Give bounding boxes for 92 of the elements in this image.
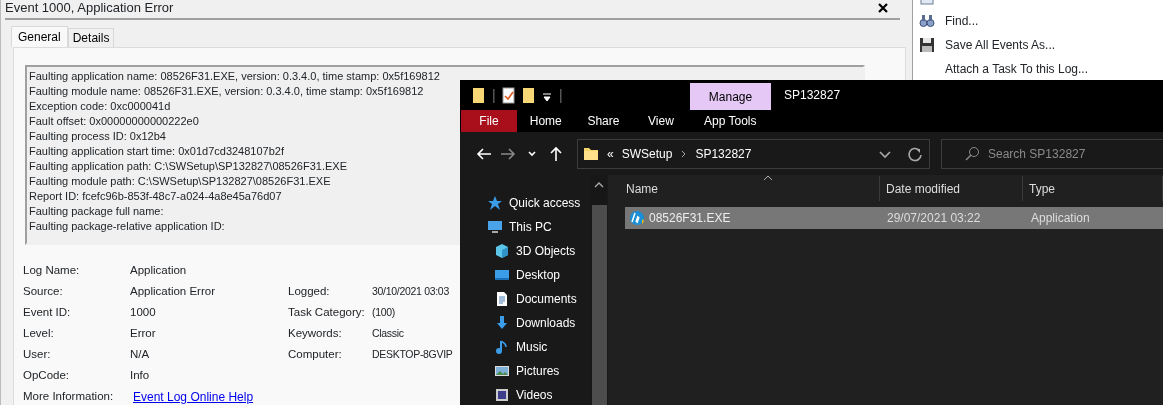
tab[interactable]: General — [11, 26, 68, 47]
file-type: Application — [1030, 210, 1090, 227]
breadcrumb[interactable]: SP132827 — [695, 144, 752, 163]
action-item[interactable]: Find... — [913, 9, 1163, 33]
nav-item[interactable]: This PC — [460, 215, 591, 239]
document-icon — [494, 291, 510, 307]
description-line: Faulting package-relative application ID: — [29, 219, 225, 234]
nav-item[interactable]: Downloads — [460, 311, 591, 335]
column-header[interactable]: Name — [625, 176, 880, 201]
action-item[interactable]: Attach a Task To this Log... — [913, 57, 1163, 80]
binoculars-icon — [919, 13, 935, 29]
nav-item[interactable]: Music — [460, 335, 591, 359]
close-icon[interactable] — [878, 3, 888, 13]
app-icon — [629, 210, 645, 226]
ribbon-tab[interactable]: View — [632, 110, 690, 132]
description-line: Exception code: 0xc000041d — [29, 99, 171, 114]
field-value: DESKTOP-8GVIP — [372, 346, 453, 362]
search-field[interactable]: Search SP132827 — [941, 138, 1163, 169]
contextual-tab[interactable]: Manage — [690, 83, 771, 110]
folder-icon[interactable] — [522, 87, 535, 104]
ribbon-tab[interactable]: Home — [517, 110, 575, 132]
description-line: Faulting application name: 08526F31.EXE, version: 0.3.4.0, time stamp: 0x5f169812 — [29, 69, 440, 84]
field-label: More Information: — [23, 388, 114, 404]
computer-icon — [487, 219, 503, 235]
scroll-up-icon[interactable] — [593, 181, 605, 189]
sort-caret-icon[interactable] — [763, 175, 773, 181]
description-line: Fault offset: 0x00000000000222e0 — [29, 114, 199, 129]
field-value: Error — [130, 325, 156, 341]
help-link[interactable]: Event Log Online Help — [133, 387, 254, 405]
cube-icon — [494, 243, 510, 259]
tab[interactable]: Details — [67, 28, 115, 47]
desktop-icon — [494, 267, 510, 283]
nav-item[interactable]: Pictures — [460, 359, 591, 383]
description-line: Faulting module path: C:\SWSetup\SP132827\08526F31.EXE — [29, 174, 331, 189]
field-value: Application Error — [130, 283, 215, 299]
file-row[interactable]: 08526F31.EXE 29/07/2021 03:22 Application — [625, 207, 1163, 229]
chevron-right-icon — [680, 148, 688, 159]
checklist-icon[interactable] — [502, 87, 515, 104]
field-label: User: — [23, 346, 51, 362]
nav-item[interactable]: 3D Objects — [460, 239, 591, 263]
download-arrow-icon — [494, 315, 510, 331]
ribbon-tab[interactable]: App Tools — [689, 110, 771, 132]
file-name: 08526F31.EXE — [649, 210, 731, 227]
action-item[interactable]: Save All Events As... — [913, 33, 1163, 57]
forward-arrow-icon[interactable] — [500, 145, 516, 162]
refresh-icon[interactable] — [907, 145, 923, 162]
window-title: Event 1000, Application Error — [5, 0, 174, 15]
up-arrow-icon[interactable] — [548, 145, 564, 162]
music-note-icon — [494, 339, 510, 355]
nav-item[interactable]: Documents — [460, 287, 591, 311]
field-label: OpCode: — [23, 367, 70, 383]
field-label: Computer: — [288, 346, 342, 362]
breadcrumb[interactable]: SWSetup — [621, 144, 673, 163]
folder-icon — [583, 145, 599, 162]
folder-icon[interactable] — [472, 87, 485, 104]
address-bar[interactable]: « SWSetup SP132827 — [577, 138, 930, 169]
overflow-chevron[interactable]: « — [607, 144, 614, 163]
film-icon — [494, 387, 510, 403]
separator-icon — [559, 87, 562, 104]
field-label: Keywords: — [288, 325, 342, 341]
field-label: Level: — [23, 325, 54, 341]
field-value: Info — [130, 367, 150, 383]
field-value: Classic — [372, 325, 404, 341]
ribbon-tab[interactable]: Share — [574, 110, 633, 132]
nav-item[interactable]: Quick access — [460, 191, 591, 215]
nav-item[interactable]: Desktop — [460, 263, 591, 287]
back-arrow-icon[interactable] — [476, 145, 492, 162]
field-value: (100) — [372, 304, 395, 320]
field-value: 1000 — [130, 304, 156, 320]
column-header[interactable]: Type — [1023, 176, 1163, 201]
description-line: Faulting application start time: 0x01d7cd3248107b2f — [29, 144, 284, 159]
field-label: Logged: — [288, 283, 330, 299]
field-value: N/A — [130, 346, 150, 362]
field-value: Application — [130, 262, 187, 278]
field-value: 30/10/2021 03:03 — [372, 283, 449, 299]
search-icon — [964, 145, 980, 162]
nav-item[interactable]: Videos — [460, 383, 591, 405]
field-label: Task Category: — [288, 304, 365, 320]
separator-icon — [492, 87, 495, 104]
description-line: Faulting process ID: 0x12b4 — [29, 129, 166, 144]
field-label: Event ID: — [23, 304, 71, 320]
description-line: Faulting application path: C:\SWSetup\SP132827\08526F31.EXE — [29, 159, 347, 174]
field-label: Source: — [23, 283, 63, 299]
field-label: Log Name: — [23, 262, 80, 278]
column-header[interactable]: Date modified — [880, 176, 1023, 201]
description-line: Faulting package full name: — [29, 204, 164, 219]
star-icon — [487, 195, 503, 211]
description-line: Faulting module name: 08526F31.EXE, version: 0.3.4.0, time stamp: 0x5f169812 — [29, 84, 424, 99]
description-line: Report ID: fcefc96b-853f-48c7-a024-4a8e45a76d07 — [29, 189, 282, 204]
file-date: 29/07/2021 03:22 — [886, 210, 982, 227]
window-title: SP132827 — [784, 87, 841, 104]
picture-icon — [494, 363, 510, 379]
